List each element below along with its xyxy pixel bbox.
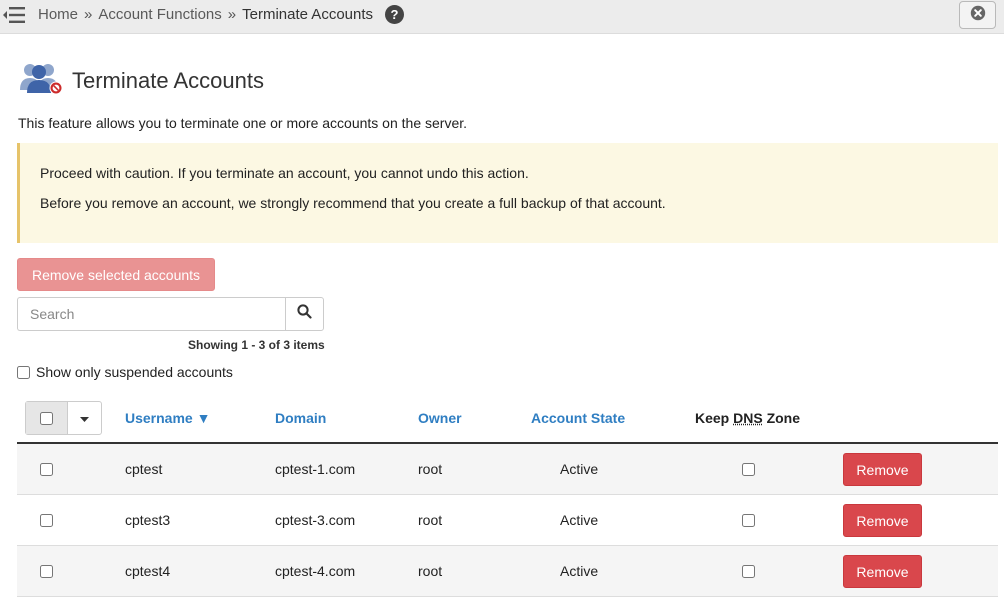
row-username: cptest4 — [125, 563, 171, 579]
row-keep-dns-checkbox[interactable] — [742, 514, 755, 527]
row-keep-dns-checkbox[interactable] — [742, 565, 755, 578]
row-keep-dns-checkbox[interactable] — [742, 463, 755, 476]
row-owner: root — [418, 563, 443, 579]
row-select-checkbox[interactable] — [40, 514, 53, 527]
suspended-filter-label: Show only suspended accounts — [36, 364, 233, 380]
breadcrumb-home[interactable]: Home — [38, 6, 78, 23]
table-row: cptest4 cptest-4.com root Active Remove — [17, 546, 998, 597]
menu-toggle-icon[interactable] — [2, 4, 26, 26]
search-button[interactable] — [285, 297, 324, 331]
row-account-state: Active — [560, 563, 599, 579]
row-username: cptest — [125, 461, 163, 477]
suspended-filter: Show only suspended accounts — [17, 364, 233, 380]
pagination-summary: Showing 1 - 3 of 3 items — [188, 338, 325, 352]
row-domain: cptest-3.com — [275, 512, 356, 528]
close-icon — [970, 5, 986, 26]
row-owner: root — [418, 461, 443, 477]
column-header-username[interactable]: Username ▼ — [125, 410, 210, 426]
breadcrumb-account-functions[interactable]: Account Functions — [98, 6, 221, 23]
keep-dns-prefix: Keep — [695, 410, 734, 426]
help-icon[interactable]: ? — [385, 5, 405, 24]
search-icon — [297, 304, 312, 324]
warning-line-2: Before you remove an account, we strongl… — [40, 195, 666, 211]
select-options-dropdown[interactable] — [68, 402, 101, 434]
search-group — [17, 297, 324, 331]
suspended-filter-checkbox[interactable] — [17, 365, 30, 379]
caret-down-icon — [80, 409, 90, 427]
select-all-cell — [26, 402, 69, 434]
row-owner: root — [418, 512, 443, 528]
column-header-owner[interactable]: Owner — [418, 410, 462, 426]
row-remove-button[interactable]: Remove — [843, 504, 922, 537]
remove-selected-accounts-button[interactable]: Remove selected accounts — [17, 258, 215, 291]
dns-abbreviation: DNS — [733, 410, 763, 426]
keep-dns-suffix: Zone — [762, 410, 801, 426]
row-account-state: Active — [560, 512, 599, 528]
title-row: Terminate Accounts — [18, 60, 264, 101]
row-account-state: Active — [560, 461, 599, 477]
breadcrumb-current: Terminate Accounts — [242, 6, 374, 23]
close-button[interactable] — [959, 1, 996, 29]
page-title: Terminate Accounts — [72, 67, 264, 93]
breadcrumb-separator: » — [227, 6, 237, 23]
row-select-checkbox[interactable] — [40, 565, 53, 578]
row-remove-button[interactable]: Remove — [843, 453, 922, 486]
select-all-checkbox[interactable] — [40, 411, 54, 425]
table-row: cptest3 cptest-3.com root Active Remove — [17, 495, 998, 546]
users-terminate-icon — [18, 60, 64, 101]
warning-line-1: Proceed with caution. If you terminate a… — [40, 165, 529, 181]
column-header-keep-dns-zone: Keep DNS Zone — [695, 410, 800, 426]
row-select-checkbox[interactable] — [40, 463, 53, 476]
row-domain: cptest-1.com — [275, 461, 356, 477]
row-username: cptest3 — [125, 512, 171, 528]
warning-callout: Proceed with caution. If you terminate a… — [17, 143, 998, 243]
row-domain: cptest-4.com — [275, 563, 356, 579]
column-header-account-state[interactable]: Account State — [531, 410, 625, 426]
page-description: This feature allows you to terminate one… — [18, 115, 468, 131]
select-all-group — [25, 401, 102, 435]
search-input[interactable] — [17, 297, 285, 331]
row-remove-button[interactable]: Remove — [843, 555, 922, 588]
table-row: cptest cptest-1.com root Active Remove — [17, 444, 998, 495]
breadcrumb: Home » Account Functions » Terminate Acc… — [38, 5, 405, 24]
breadcrumb-separator: » — [84, 6, 93, 23]
top-bar: Home » Account Functions » Terminate Acc… — [0, 0, 1004, 34]
column-header-domain[interactable]: Domain — [275, 410, 326, 426]
